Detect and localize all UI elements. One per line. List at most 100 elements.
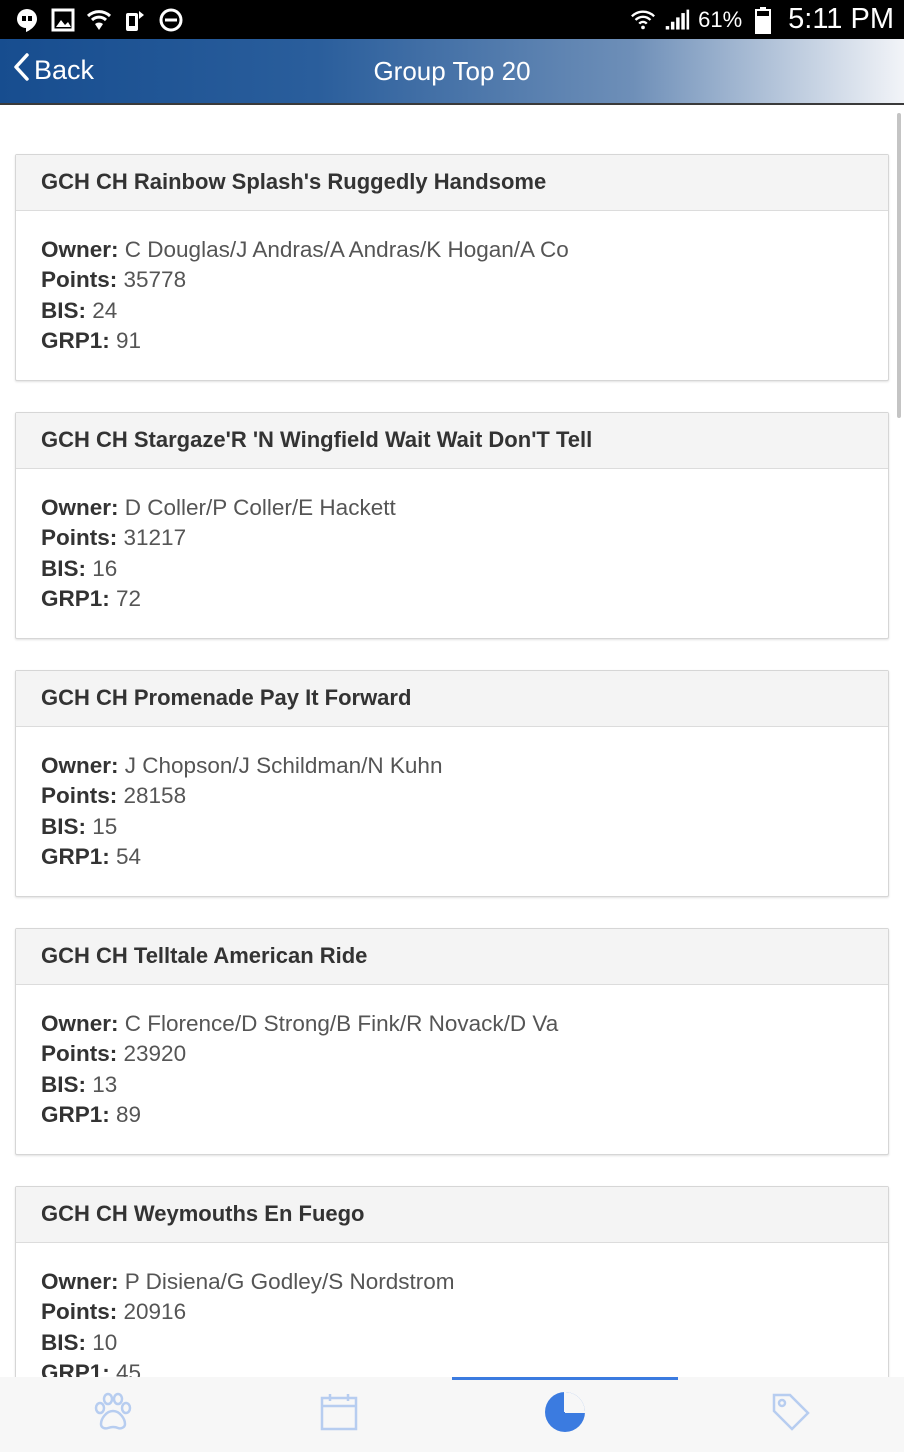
status-bar: 61% 5:11 PM [0,0,904,39]
pie-chart-icon [543,1390,587,1439]
calendar-icon [319,1392,359,1437]
owner-value: J Chopson/J Schildman/N Kuhn [124,753,443,778]
points-label: Points: [41,1041,118,1067]
bis-row: BIS: 24 [41,296,888,326]
owner-label: Owner: [41,237,119,262]
owner-label: Owner: [41,1269,119,1294]
bis-row: BIS: 15 [41,812,888,842]
owner-label: Owner: [41,495,119,520]
bis-value: 15 [92,813,118,839]
owner-row: Owner: C Florence/D Strong/B Fink/R Nova… [41,1009,888,1039]
dog-card[interactable]: GCH CH Rainbow Splash's Ruggedly Handsom… [15,154,889,381]
bis-label: BIS: [41,813,86,839]
dog-name: GCH CH Rainbow Splash's Ruggedly Handsom… [16,155,888,211]
points-row: Points: 23920 [41,1039,888,1069]
points-label: Points: [41,783,118,809]
bis-label: BIS: [41,297,86,323]
gallery-icon [50,7,76,33]
bottom-nav [0,1377,904,1452]
bis-value: 13 [92,1071,118,1097]
grp1-value: 45 [116,1359,142,1377]
dog-card[interactable]: GCH CH Promenade Pay It Forward Owner: J… [15,670,889,897]
battery-icon [750,6,776,34]
points-value: 31217 [123,525,187,551]
grp1-label: GRP1: [41,1359,110,1377]
status-notifications [0,7,184,33]
dog-details: Owner: C Florence/D Strong/B Fink/R Nova… [16,985,888,1130]
owner-label: Owner: [41,753,119,778]
battery-percent: 61% [698,6,743,32]
points-row: Points: 31217 [41,523,888,553]
grp1-value: 89 [116,1101,142,1127]
grp1-row: GRP1: 91 [41,326,888,356]
dog-card[interactable]: GCH CH Weymouths En Fuego Owner: P Disie… [15,1186,889,1377]
owner-label: Owner: [41,1011,119,1036]
owner-row: Owner: P Disiena/G Godley/S Nordstrom [41,1267,888,1297]
grp1-row: GRP1: 45 [41,1358,888,1377]
points-value: 35778 [123,267,187,293]
status-system: 61% 5:11 PM [630,3,904,36]
nav-tab-rankings[interactable] [452,1377,678,1452]
owner-value: P Disiena/G Godley/S Nordstrom [124,1269,455,1294]
tag-icon [770,1391,812,1438]
dog-name: GCH CH Weymouths En Fuego [16,1187,888,1243]
app-header: Back Group Top 20 [0,39,904,105]
owner-value: C Florence/D Strong/B Fink/R Novack/D Va [124,1011,559,1036]
owner-value: C Douglas/J Andras/A Andras/K Hogan/A Co [124,237,569,262]
grp1-row: GRP1: 72 [41,584,888,614]
owner-row: Owner: C Douglas/J Andras/A Andras/K Hog… [41,235,888,265]
grp1-value: 54 [116,843,142,869]
grp1-row: GRP1: 54 [41,842,888,872]
points-value: 20916 [123,1299,187,1325]
dog-card[interactable]: GCH CH Stargaze'R 'N Wingfield Wait Wait… [15,412,889,639]
active-tab-indicator [452,1377,678,1380]
points-row: Points: 35778 [41,265,888,295]
grp1-label: GRP1: [41,1101,110,1127]
bis-value: 10 [92,1329,118,1355]
points-value: 23920 [123,1041,187,1067]
dog-details: Owner: P Disiena/G Godley/S Nordstrom Po… [16,1243,888,1377]
bis-row: BIS: 16 [41,554,888,584]
points-row: Points: 28158 [41,781,888,811]
points-label: Points: [41,1299,118,1325]
owner-row: Owner: J Chopson/J Schildman/N Kuhn [41,751,888,781]
dog-details: Owner: D Coller/P Coller/E Hackett Point… [16,469,888,614]
grp1-label: GRP1: [41,327,110,353]
nav-tab-tags[interactable] [678,1377,904,1452]
dog-details: Owner: C Douglas/J Andras/A Andras/K Hog… [16,211,888,356]
clock: 5:11 PM [788,3,894,35]
bis-value: 16 [92,555,118,581]
points-label: Points: [41,525,118,551]
points-label: Points: [41,267,118,293]
dog-name: GCH CH Stargaze'R 'N Wingfield Wait Wait… [16,413,888,469]
owner-row: Owner: D Coller/P Coller/E Hackett [41,493,888,523]
owner-value: D Coller/P Coller/E Hackett [124,495,396,520]
grp1-label: GRP1: [41,585,110,611]
tmobile-icon [122,7,148,33]
bis-label: BIS: [41,1329,86,1355]
scrollbar[interactable] [897,113,901,418]
dog-details: Owner: J Chopson/J Schildman/N Kuhn Poin… [16,727,888,872]
points-value: 28158 [123,783,187,809]
grp1-row: GRP1: 89 [41,1100,888,1130]
wifi-icon [630,7,656,33]
bis-label: BIS: [41,1071,86,1097]
grp1-value: 91 [116,327,142,353]
ranking-list[interactable]: GCH CH Rainbow Splash's Ruggedly Handsom… [0,107,904,1377]
points-row: Points: 20916 [41,1297,888,1327]
signal-icon [664,7,690,33]
page-title: Group Top 20 [373,56,531,86]
do-not-disturb-icon [158,7,184,33]
bis-label: BIS: [41,555,86,581]
dog-card[interactable]: GCH CH Telltale American Ride Owner: C F… [15,928,889,1155]
hangouts-icon [14,7,40,33]
dog-name: GCH CH Telltale American Ride [16,929,888,985]
nav-tab-calendar[interactable] [226,1377,452,1452]
paw-icon [91,1392,135,1437]
bis-row: BIS: 13 [41,1070,888,1100]
card-list: GCH CH Rainbow Splash's Ruggedly Handsom… [15,154,889,1377]
bis-value: 24 [92,297,118,323]
nav-tab-dogs[interactable] [0,1377,226,1452]
wifi-lock-icon [86,7,112,33]
grp1-value: 72 [116,585,142,611]
